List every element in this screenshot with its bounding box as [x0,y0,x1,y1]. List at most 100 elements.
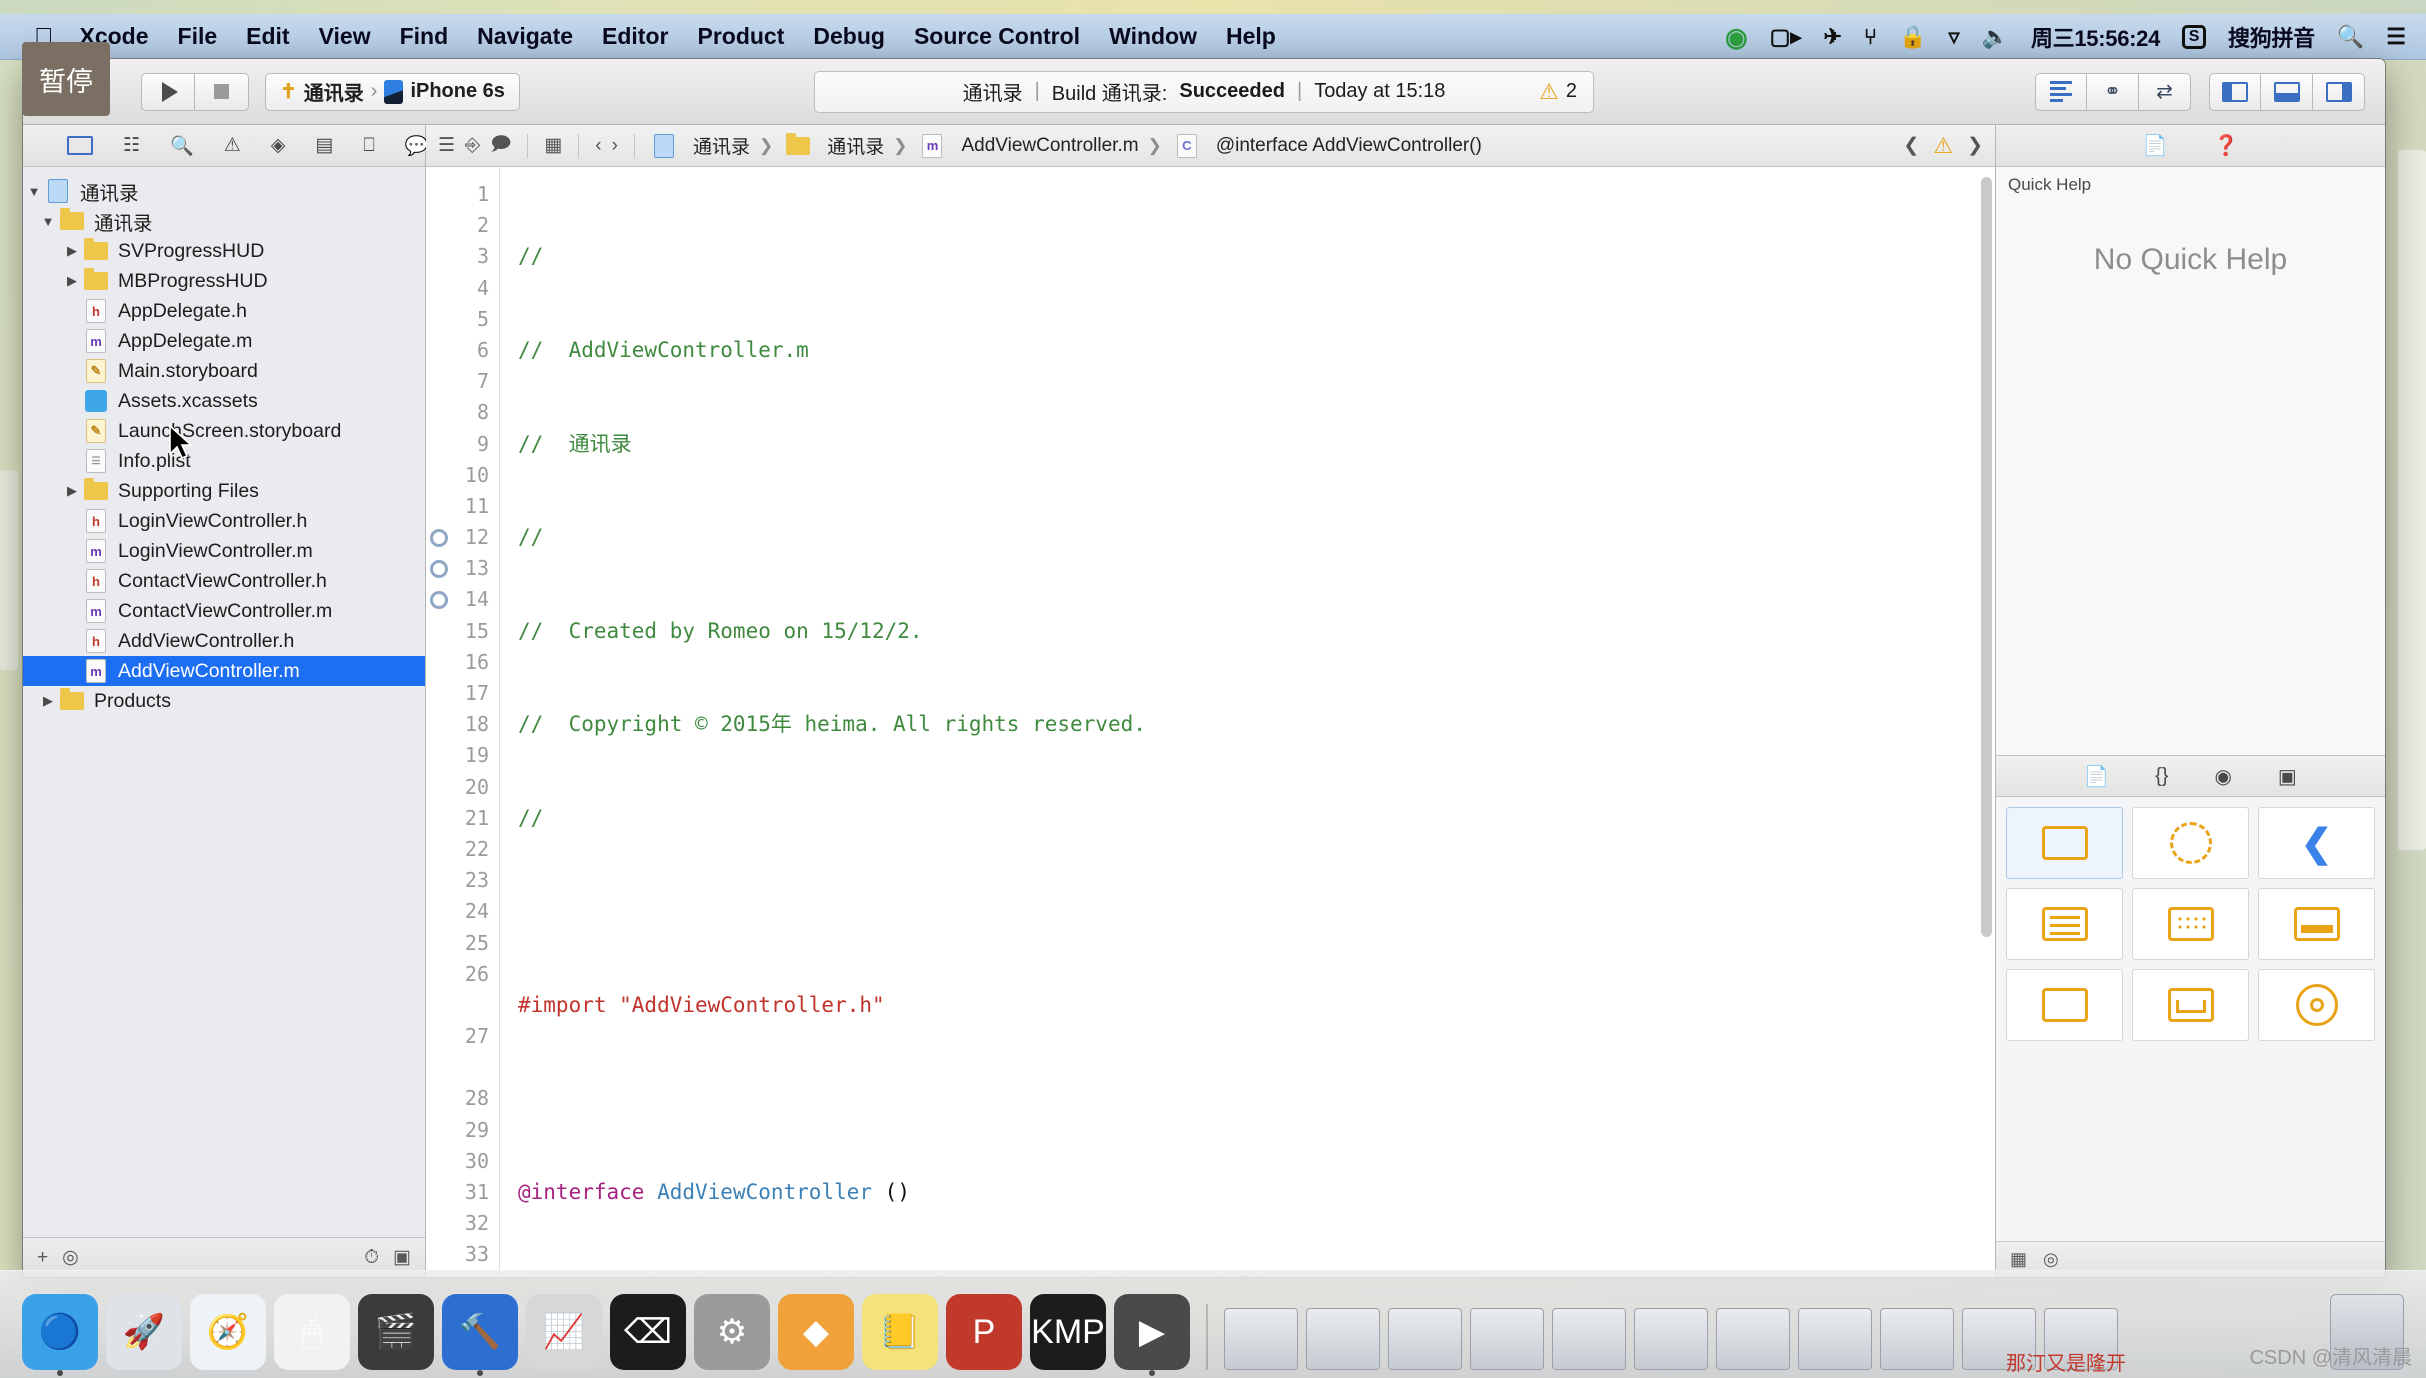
library-item[interactable] [2132,888,2249,960]
code-line[interactable]: // Copyright © 2015年 heima. All rights r… [518,709,1995,740]
back-button[interactable]: ‹ [595,135,601,157]
volume-icon[interactable]: 🔈 [1982,25,2009,48]
object-library-icon[interactable]: ◉ [2214,764,2231,789]
magicmouse-icon[interactable]: 🖱 [274,1294,350,1370]
tree-row[interactable]: ✎ Main.storyboard [23,356,425,386]
imovie-icon[interactable]: 🎬 [358,1294,434,1370]
comment-icon[interactable]: 🗩 [490,130,511,162]
gutter-line[interactable]: 25 [426,928,499,959]
dock-window-thumbnail[interactable] [1306,1308,1380,1370]
code-line[interactable]: // AddViewController.m [518,335,1995,366]
search-icon[interactable]: 🔍 [2337,25,2364,48]
tree-row[interactable]: ▼ 通讯录 [23,206,425,236]
navigator-tab-bar[interactable]: ☷ 🔍 ⚠ ◈ ▤ ⎕ 💬 [23,125,428,167]
tree-row[interactable]: ▶ Supporting Files [23,476,425,506]
library-tab-bar[interactable]: 📄 {} ◉ ▣ [1996,755,2385,797]
tree-row[interactable]: ☰ Info.plist [23,446,425,476]
gutter-line[interactable]: 15 [426,616,499,647]
notification-center-icon[interactable]: ☰ [2386,25,2406,48]
gutter-line[interactable]: 21 [426,803,499,834]
gutter-line[interactable]: 24 [426,896,499,927]
dock-window-thumbnail[interactable] [1634,1308,1708,1370]
menu-item-navigate[interactable]: Navigate [477,23,573,50]
symbol-navigator-icon[interactable]: ☷ [123,134,140,157]
utilities-toggle-icon[interactable] [2313,72,2365,111]
gutter-line[interactable]: 3 [426,241,499,272]
standard-editor-icon[interactable] [2035,72,2087,111]
media-library-icon[interactable]: ▣ [2278,764,2297,789]
gutter-line[interactable]: 14 [426,584,499,615]
minimap-icon[interactable]: ☰ [438,134,455,157]
gutter-line[interactable]: 6 [426,335,499,366]
dock-window-thumbnail[interactable] [1388,1308,1462,1370]
debug-area-toggle-icon[interactable] [2261,72,2313,111]
code-line[interactable]: @interface AddViewController () [518,1177,1995,1208]
disclosure-triangle-icon[interactable]: ▶ [61,273,83,289]
line-number-gutter[interactable]: 1 2 3 4 5 6 7 8 9 10 11 12 13 14 15 16 1 [426,167,500,1277]
menu-item-debug[interactable]: Debug [813,23,885,50]
grid-view-icon[interactable]: ▦ [2010,1249,2027,1270]
editor-vertical-scrollbar[interactable] [1981,177,1992,937]
stop-button[interactable] [195,72,249,111]
tree-row[interactable]: h AddViewController.h [23,626,425,656]
scheme-selector[interactable]: ✝ 通讯录 › iPhone 6s [265,72,520,111]
gutter-line[interactable]: 13 [426,553,499,584]
gutter-line[interactable]: 31 [426,1177,499,1208]
sketch-icon[interactable]: ◆ [778,1294,854,1370]
tree-row[interactable]: h ContactViewController.h [23,566,425,596]
terminal-icon[interactable]: ⌫ [610,1294,686,1370]
screen-record-icon[interactable]: ◉ [1725,24,1748,50]
library-item[interactable] [2006,969,2123,1041]
dock-window-thumbnail[interactable] [1470,1308,1544,1370]
menu-item-editor[interactable]: Editor [602,23,668,50]
menu-item-view[interactable]: View [319,23,371,50]
breakpoint-navigator-icon[interactable]: ⎕ [363,135,374,157]
gutter-line[interactable]: 8 [426,397,499,428]
tree-row[interactable]: m AddViewController.m [23,656,425,686]
gutter-line[interactable]: 33 [426,1239,499,1270]
code-line[interactable] [518,1084,1995,1115]
filter-icon[interactable]: ◎ [62,1246,79,1269]
breadcrumb-symbol[interactable]: C @interface AddViewController() [1174,133,1482,159]
system-preferences-icon[interactable]: ⚙ [694,1294,770,1370]
quicktime-icon[interactable]: ▶ [1114,1294,1190,1376]
dock-window-thumbnail[interactable] [1224,1308,1298,1370]
breadcrumb-file[interactable]: m AddViewController.m ❯ [919,133,1163,159]
forward-button[interactable]: › [612,135,618,157]
gutter-line[interactable]: 20 [426,772,499,803]
dock-window-thumbnail[interactable] [1880,1308,1954,1370]
related-items-icon[interactable]: ▦ [544,134,562,157]
navigator-toggle-icon[interactable] [2209,72,2261,111]
code-content[interactable]: // // AddViewController.m // 通讯录 // // C… [500,167,1995,1277]
menu-item-find[interactable]: Find [400,23,449,50]
dock-window-thumbnail[interactable] [1716,1308,1790,1370]
disclosure-triangle-icon[interactable]: ▼ [23,184,45,199]
library-item[interactable] [2006,807,2123,879]
tree-row[interactable]: h AppDelegate.h [23,296,425,326]
finder-icon[interactable]: 🔵 [22,1294,98,1376]
pdf-reader-icon[interactable]: P [946,1294,1022,1370]
gutter-line[interactable]: 1 [426,179,499,210]
gutter-line[interactable]: 9 [426,429,499,460]
add-plus-icon[interactable]: + [37,1247,48,1269]
code-line[interactable]: // Created by Romeo on 15/12/2. [518,616,1995,647]
menubar-clock[interactable]: 周三15:56:24 [2031,21,2160,53]
gutter-line[interactable]: 19 [426,740,499,771]
gutter-line[interactable]: 4 [426,273,499,304]
mac-menu-bar[interactable]:  Xcode File Edit View Find Navigate Edi… [0,14,2426,60]
gutter-line[interactable]: 2 [426,210,499,241]
gutter-line[interactable]: 7 [426,366,499,397]
code-line[interactable]: // [518,803,1995,834]
menu-item-file[interactable]: File [178,23,218,50]
previous-issue-icon[interactable]: ❮ [1903,134,1919,157]
object-library-grid[interactable]: ❮ [1996,797,2385,1241]
airplane-icon[interactable]: ✈ [1823,25,1841,48]
warning-chip[interactable]: ⚠ 2 [1539,79,1593,105]
find-navigator-icon[interactable]: 🔍 [170,134,194,158]
tag-icon[interactable]: ⎆ [465,135,480,157]
gutter-line[interactable]: 18 [426,709,499,740]
file-template-library-icon[interactable]: 📄 [2084,764,2109,789]
assistant-editor-icon[interactable]: ⚭ [2087,72,2139,111]
code-line[interactable]: #import "AddViewController.h" [518,990,1995,1021]
recent-clock-icon[interactable]: ⏱ [364,1247,379,1269]
